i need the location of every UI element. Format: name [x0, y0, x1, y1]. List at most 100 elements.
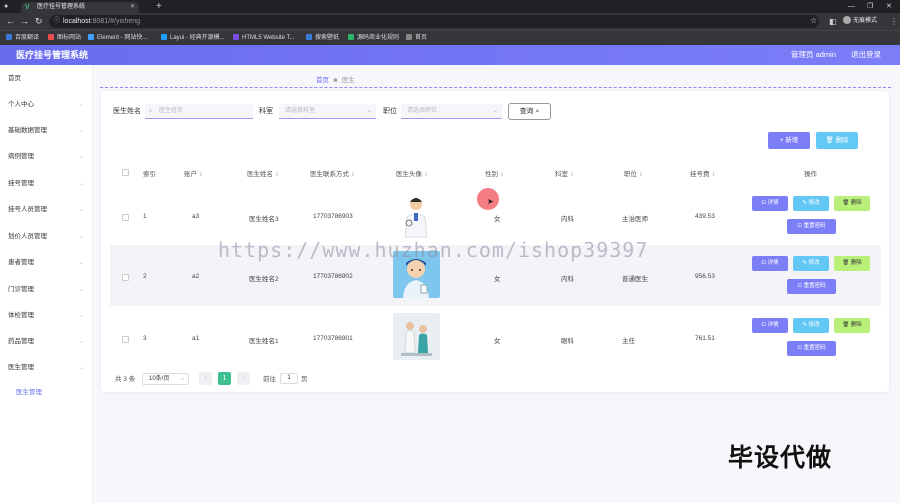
- url-path: :8081/#/yisheng: [90, 18, 141, 25]
- header-gender[interactable]: 性别 ⇕: [485, 168, 504, 178]
- bookmark-item[interactable]: 源码商业化规则: [348, 33, 399, 44]
- header-phone[interactable]: 医生联系方式 ⇕: [310, 168, 355, 178]
- header-title[interactable]: 职位 ⇕: [624, 168, 643, 178]
- dept-select[interactable]: 请选择科室 ⌄: [279, 104, 376, 119]
- goto-label: 前往: [263, 376, 276, 383]
- header-account[interactable]: 账户 ⇕: [184, 168, 203, 178]
- cell-fee: 761.51: [695, 335, 715, 342]
- browser-tab[interactable]: V 医疗挂号管理系统 ✕: [21, 2, 139, 13]
- cell-phone: 17703786903: [313, 213, 353, 220]
- chevron-down-icon: ⌄: [492, 108, 498, 114]
- row-checkbox[interactable]: [122, 336, 129, 343]
- add-button[interactable]: + 新增: [768, 132, 810, 149]
- sidebar-item[interactable]: 门诊管理 ⌄: [8, 285, 88, 295]
- incognito-icon: [843, 16, 851, 25]
- sidebar-item-label: 挂号人员管理: [8, 206, 47, 213]
- dept-label: 科室: [259, 108, 273, 115]
- title-select[interactable]: 请选择职位 ⌄: [401, 104, 502, 119]
- sidebar-item-label: 门诊管理: [8, 286, 34, 293]
- detail-button[interactable]: ⊡ 详情: [752, 196, 788, 211]
- delete-button[interactable]: 🗑 删除: [834, 256, 870, 271]
- batch-delete-button[interactable]: 🗑 删除: [816, 132, 858, 149]
- sidebar-item[interactable]: 患者管理 ⌄: [8, 258, 88, 268]
- edit-button[interactable]: ✎ 修改: [793, 256, 829, 271]
- browser-menu-icon[interactable]: ●: [4, 2, 8, 11]
- incognito-profile[interactable]: 无痕模式: [843, 15, 877, 28]
- reset-password-button[interactable]: ⊡ 重置密码: [787, 279, 836, 294]
- url-host: localhost: [63, 18, 91, 25]
- cell-doctor-name: 医生姓名3: [249, 216, 279, 223]
- bookmark-item[interactable]: Element - 网站快...: [88, 33, 147, 44]
- sidebar-item[interactable]: 挂号人员管理 ⌄: [8, 205, 88, 215]
- trash-icon: 🗑: [842, 200, 851, 206]
- header-doctor-name[interactable]: 医生姓名 ⇕: [247, 168, 279, 178]
- sidebar-item-label: 体检管理: [8, 312, 34, 319]
- bookmark-favicon-icon: [233, 34, 239, 41]
- delete-button[interactable]: 🗑 删除: [834, 318, 870, 333]
- prev-page-button[interactable]: ‹: [199, 372, 212, 385]
- breadcrumb-home[interactable]: 首页: [316, 77, 329, 84]
- detail-button[interactable]: ⊡ 详情: [752, 256, 788, 271]
- header-index[interactable]: 索引: [143, 168, 156, 178]
- page-1-button[interactable]: 1: [218, 372, 231, 385]
- minimize-icon[interactable]: —: [848, 0, 855, 13]
- cell-index: 3: [143, 335, 147, 342]
- next-page-button[interactable]: ›: [237, 372, 250, 385]
- profile-label: 无痕模式: [853, 18, 878, 24]
- cell-gender: 女: [494, 276, 501, 283]
- sidebar-item[interactable]: 划价人员管理 ⌄: [8, 232, 88, 242]
- extensions-icon[interactable]: ◧: [829, 16, 837, 27]
- reload-icon[interactable]: ↻: [35, 16, 43, 27]
- bookmark-item[interactable]: HTML5 Website T...: [233, 33, 294, 44]
- sidebar-item[interactable]: 病例管理 ⌄: [8, 152, 88, 162]
- back-icon[interactable]: ←: [6, 16, 15, 27]
- edit-button[interactable]: ✎ 修改: [793, 318, 829, 333]
- bookmark-item[interactable]: 搜索壁纸: [306, 33, 339, 44]
- sidebar-item[interactable]: 个人中心 ⌄: [8, 100, 88, 110]
- maximize-icon[interactable]: ❐: [867, 0, 873, 13]
- sidebar-item[interactable]: 基础数据管理 ⌄: [8, 126, 88, 136]
- sidebar-subitem-doctor[interactable]: 医生管理: [16, 388, 96, 398]
- trash-icon: 🗑: [842, 322, 851, 328]
- logout-link[interactable]: 退出登录: [851, 45, 881, 65]
- sidebar-item-label: 药品管理: [8, 338, 34, 345]
- bookmark-item[interactable]: Layui - 经典开源模...: [161, 33, 225, 44]
- sidebar-item[interactable]: 体检管理 ⌄: [8, 311, 88, 321]
- site-info-icon[interactable]: ⓘ: [54, 15, 60, 28]
- cell-account: a1: [192, 335, 200, 342]
- bookmark-item[interactable]: 百度翻译: [6, 33, 39, 44]
- bookmark-item[interactable]: 图标网站: [48, 33, 81, 44]
- forward-icon[interactable]: →: [20, 16, 29, 27]
- reset-password-button[interactable]: ⊡ 重置密码: [787, 341, 836, 356]
- doctor-name-input[interactable]: ⌕ 医生姓名: [145, 104, 253, 119]
- close-window-icon[interactable]: ✕: [886, 0, 892, 13]
- cell-title: 普通医生: [622, 276, 648, 283]
- search-button[interactable]: 查询 ⌕: [508, 103, 551, 120]
- bookmark-favicon-icon: [161, 34, 167, 41]
- bookmark-item[interactable]: 首页: [406, 33, 427, 44]
- new-tab-icon[interactable]: +: [156, 0, 162, 13]
- close-tab-icon[interactable]: ✕: [130, 2, 135, 13]
- page-size-select[interactable]: 10条/页 ⌄: [142, 373, 189, 385]
- sidebar-item[interactable]: 医生管理 ⌄: [8, 363, 88, 373]
- select-all-checkbox[interactable]: [122, 169, 129, 176]
- sidebar-item[interactable]: 挂号管理 ⌄: [8, 179, 88, 189]
- sidebar-item[interactable]: 首页: [8, 74, 88, 84]
- edit-button[interactable]: ✎ 修改: [793, 196, 829, 211]
- detail-button[interactable]: ⊡ 详情: [752, 318, 788, 333]
- row-checkbox[interactable]: [122, 214, 129, 221]
- reset-password-button[interactable]: ⊡ 重置密码: [787, 219, 836, 234]
- browser-menu-dots-icon[interactable]: ⋮: [890, 16, 898, 27]
- header-dept[interactable]: 科室 ⇕: [555, 168, 574, 178]
- doctor-name-label: 医生姓名: [113, 108, 141, 115]
- header-fee[interactable]: 挂号费 ⇕: [690, 168, 716, 178]
- cell-dept: 眼科: [561, 338, 574, 345]
- sidebar-item[interactable]: 药品管理 ⌄: [8, 337, 88, 347]
- goto-page-input[interactable]: 1: [280, 373, 298, 384]
- row-checkbox[interactable]: [122, 274, 129, 281]
- bookmark-star-icon[interactable]: ☆: [810, 16, 817, 25]
- vue-logo-icon: V: [25, 4, 30, 11]
- delete-button[interactable]: 🗑 删除: [834, 196, 870, 211]
- header-avatar[interactable]: 医生头像 ⇕: [396, 168, 428, 178]
- url-field[interactable]: ⓘ localhost:8081/#/yisheng: [49, 15, 819, 28]
